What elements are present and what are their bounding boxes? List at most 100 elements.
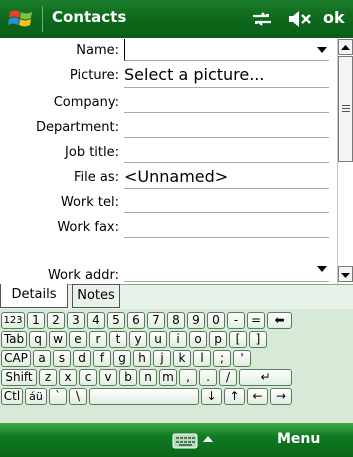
thumb-grip (342, 108, 350, 109)
key-q[interactable]: q (29, 331, 47, 348)
key-l[interactable]: l (193, 350, 211, 367)
key-m[interactable]: m (159, 369, 177, 386)
key-d[interactable]: d (73, 350, 91, 367)
key-u[interactable]: u (149, 331, 167, 348)
key-comma[interactable]: , (179, 369, 197, 386)
work-tel-field[interactable] (124, 212, 329, 213)
key-h[interactable]: h (133, 350, 151, 367)
key-w[interactable]: w (49, 331, 67, 348)
arrow-down-key[interactable]: ↓ (201, 388, 222, 405)
key-backslash[interactable]: \ (69, 388, 87, 405)
key-1[interactable]: 1 (27, 312, 45, 329)
work-fax-field[interactable] (124, 237, 329, 238)
keyboard-input-icon[interactable] (170, 431, 218, 451)
work-addr-row: Work addr: (0, 240, 337, 283)
key-backtick[interactable]: ` (49, 388, 67, 405)
key-3[interactable]: 3 (67, 312, 85, 329)
key-8[interactable]: 8 (167, 312, 185, 329)
name-dropdown-arrow-icon[interactable] (317, 47, 327, 53)
soft-keyboard: 123 1 2 3 4 5 6 7 8 9 0 - = ⬅ Tab q w e … (0, 309, 353, 423)
scroll-up-button[interactable] (338, 39, 353, 55)
key-o[interactable]: o (189, 331, 207, 348)
scroll-down-button[interactable] (338, 266, 353, 282)
tab-notes[interactable]: Notes (72, 284, 120, 308)
key-2[interactable]: 2 (47, 312, 65, 329)
caps-lock-key[interactable]: CAP (1, 350, 31, 367)
company-field[interactable] (124, 112, 329, 113)
key-6[interactable]: 6 (127, 312, 145, 329)
job-title-field[interactable] (124, 162, 329, 163)
arrow-left-key[interactable]: ← (247, 388, 268, 405)
key-n[interactable]: n (139, 369, 157, 386)
department-label: Department: (35, 120, 119, 135)
key-5[interactable]: 5 (107, 312, 125, 329)
key-j[interactable]: j (153, 350, 171, 367)
key-f[interactable]: f (93, 350, 111, 367)
key-tab[interactable]: Tab (1, 331, 27, 348)
key-123[interactable]: 123 (1, 312, 25, 329)
contact-form: Name: Picture: Select a picture... Compa… (0, 38, 337, 284)
work-addr-field[interactable] (124, 281, 329, 282)
key-z[interactable]: z (39, 369, 57, 386)
key-period[interactable]: . (199, 369, 217, 386)
key-slash[interactable]: / (219, 369, 237, 386)
key-c[interactable]: c (79, 369, 97, 386)
key-minus[interactable]: - (227, 312, 245, 329)
name-field[interactable] (124, 39, 329, 61)
key-i[interactable]: i (169, 331, 187, 348)
key-close-bracket[interactable]: ] (249, 331, 267, 348)
key-equals[interactable]: = (247, 312, 265, 329)
file-as-row: File as: <Unnamed> (0, 164, 337, 189)
enter-key[interactable]: ↵ (239, 369, 292, 386)
tab-strip: Details Notes (0, 284, 353, 309)
name-label: Name: (76, 43, 119, 58)
key-s[interactable]: s (53, 350, 71, 367)
arrow-right-key[interactable]: → (270, 388, 292, 405)
work-addr-dropdown-arrow-icon[interactable] (317, 266, 327, 272)
thumb-grip (342, 111, 350, 112)
tab-details[interactable]: Details (0, 284, 68, 308)
key-7[interactable]: 7 (147, 312, 165, 329)
scroll-thumb[interactable] (338, 56, 353, 162)
arrow-up-key[interactable]: ↑ (224, 388, 245, 405)
department-field[interactable] (124, 137, 329, 138)
backspace-key[interactable]: ⬅ (267, 312, 292, 329)
key-k[interactable]: k (173, 350, 191, 367)
key-p[interactable]: p (209, 331, 227, 348)
ctrl-key[interactable]: Ctl (1, 388, 23, 405)
vertical-scrollbar[interactable] (337, 38, 353, 284)
app-title: Contacts (52, 8, 127, 26)
company-row: Company: (0, 90, 337, 115)
windows-start-icon[interactable] (8, 7, 34, 31)
key-x[interactable]: x (59, 369, 77, 386)
space-key[interactable] (89, 388, 199, 405)
key-t[interactable]: t (109, 331, 127, 348)
key-4[interactable]: 4 (87, 312, 105, 329)
department-row: Department: (0, 115, 337, 140)
file-as-field[interactable]: <Unnamed> (124, 167, 228, 186)
file-as-label: File as: (73, 170, 119, 185)
job-title-label: Job title: (65, 145, 119, 160)
key-open-bracket[interactable]: [ (229, 331, 247, 348)
key-b[interactable]: b (119, 369, 137, 386)
key-a[interactable]: a (33, 350, 51, 367)
international-key[interactable]: áü (25, 388, 47, 405)
picture-row: Picture: Select a picture... (0, 63, 337, 88)
key-v[interactable]: v (99, 369, 117, 386)
connectivity-icon[interactable] (251, 10, 273, 28)
key-g[interactable]: g (113, 350, 131, 367)
work-tel-label: Work tel: (60, 195, 119, 210)
key-semicolon[interactable]: ; (213, 350, 231, 367)
key-r[interactable]: r (89, 331, 107, 348)
picture-label: Picture: (69, 68, 119, 83)
key-e[interactable]: e (69, 331, 87, 348)
picture-field[interactable]: Select a picture... (124, 65, 264, 84)
ok-button[interactable]: ok (323, 8, 345, 27)
key-y[interactable]: y (129, 331, 147, 348)
shift-key[interactable]: Shift (1, 369, 37, 386)
key-apostrophe[interactable]: ' (233, 350, 251, 367)
key-0[interactable]: 0 (207, 312, 225, 329)
key-9[interactable]: 9 (187, 312, 205, 329)
volume-muted-icon[interactable] (288, 10, 312, 28)
menu-softkey[interactable]: Menu (277, 431, 320, 447)
